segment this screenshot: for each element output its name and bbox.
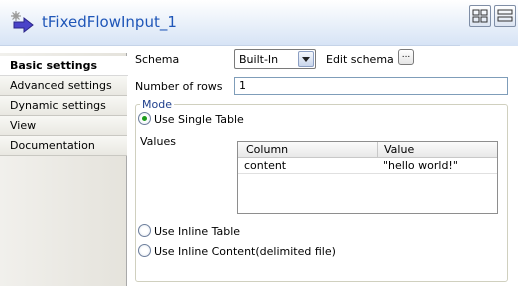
cell-value[interactable]: "hello world!": [383, 159, 458, 172]
nav-advanced-settings[interactable]: Advanced settings: [0, 76, 127, 96]
inline-content-label[interactable]: Use Inline Content(delimited file): [154, 245, 336, 258]
column-header[interactable]: Column: [246, 143, 288, 156]
table-row[interactable]: content "hello world!": [238, 158, 497, 174]
list-view-button[interactable]: [494, 5, 516, 27]
grid-view-button[interactable]: [469, 5, 491, 27]
nav-view[interactable]: View: [0, 116, 127, 136]
nav-documentation[interactable]: Documentation: [0, 136, 127, 156]
fixed-flow-input-icon: [11, 11, 34, 34]
list-view-icon: [497, 9, 513, 22]
edit-schema-label: Edit schema: [326, 53, 394, 66]
component-header: tFixedFlowInput_1: [0, 0, 518, 46]
table-header: Column Value: [238, 142, 497, 158]
mode-legend: Mode: [140, 98, 174, 111]
radio-single-table[interactable]: [138, 112, 151, 125]
cell-column[interactable]: content: [244, 159, 286, 172]
values-label: Values: [140, 135, 176, 148]
radio-inline-content[interactable]: [138, 244, 151, 257]
component-title: tFixedFlowInput_1: [42, 13, 177, 31]
chevron-down-icon[interactable]: [298, 51, 314, 67]
nav-dynamic-settings[interactable]: Dynamic settings: [0, 96, 127, 116]
grid-view-icon: [472, 9, 488, 23]
nav-basic-settings[interactable]: Basic settings: [0, 56, 128, 76]
rows-label: Number of rows: [135, 80, 223, 93]
number-of-rows-input[interactable]: 1: [234, 77, 508, 95]
header-divider: [377, 142, 378, 158]
inline-table-label[interactable]: Use Inline Table: [154, 225, 240, 238]
values-table[interactable]: Column Value content "hello world!": [237, 141, 498, 214]
basic-settings-panel: Schema Built-In Edit schema ... Number o…: [128, 46, 518, 286]
radio-inline-table[interactable]: [138, 224, 151, 237]
settings-nav: Basic settings Advanced settings Dynamic…: [0, 53, 128, 286]
schema-select-value: Built-In: [239, 53, 279, 66]
edit-schema-button[interactable]: ...: [398, 49, 414, 65]
schema-select[interactable]: Built-In: [234, 49, 316, 69]
value-header[interactable]: Value: [384, 143, 414, 156]
schema-label: Schema: [135, 53, 180, 66]
single-table-label[interactable]: Use Single Table: [154, 113, 244, 126]
